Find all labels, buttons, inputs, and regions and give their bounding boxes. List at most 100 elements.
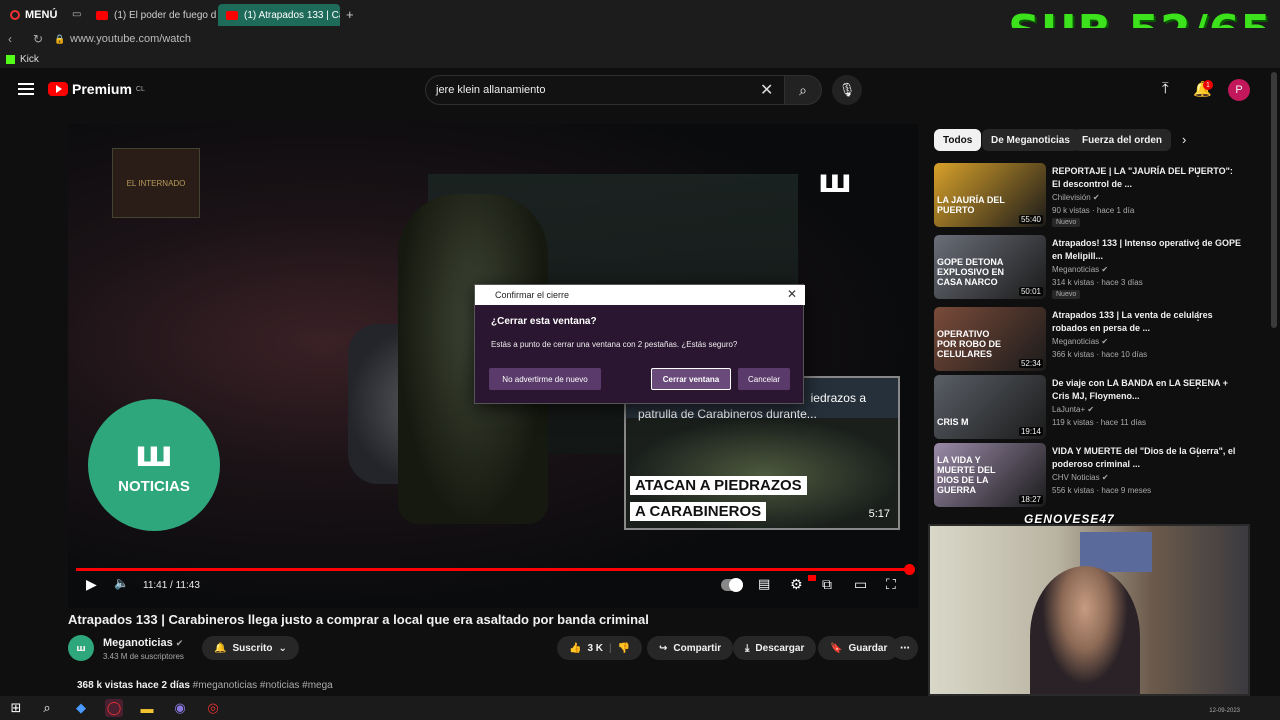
dialog-close-icon[interactable]: ✕ xyxy=(787,287,797,301)
search-input[interactable]: jere klein allanamiento xyxy=(425,75,785,105)
new-badge: Nuevo xyxy=(1052,290,1081,299)
channel-avatar[interactable]: ꟺ xyxy=(68,635,94,661)
progress-bar[interactable] xyxy=(76,568,910,571)
subscribed-label: Suscrito xyxy=(232,642,273,654)
recommendation-item[interactable]: GOPE DETONA EXPLOSIVO EN CASA NARCO 50:01… xyxy=(934,235,1264,299)
opera-taskbar-icon[interactable]: ◯ xyxy=(105,699,123,717)
internado-logo: EL INTERNADO xyxy=(112,148,200,218)
more-options-icon[interactable]: ⋮ xyxy=(1192,165,1204,179)
notification-count-badge: 1 xyxy=(1203,80,1213,90)
duration-badge: 52:34 xyxy=(1018,359,1043,368)
microphone-icon: 🎙 xyxy=(838,82,856,97)
page-scrollbar[interactable] xyxy=(1271,72,1277,328)
recommendation-title[interactable]: Atrapados 133 | La venta de celulares ro… xyxy=(1052,309,1242,335)
settings-gear-icon[interactable]: ⚙ xyxy=(790,576,803,593)
menu-label: MENÚ xyxy=(25,9,58,21)
chip-de-meganoticias[interactable]: De Meganoticias xyxy=(982,129,1079,151)
youtube-logo[interactable]: Premium CL xyxy=(48,81,145,97)
recommendation-views: 366 k vistas · hace 10 días xyxy=(1052,350,1148,359)
tab-1[interactable]: (1) El poder de fuego de l xyxy=(88,4,216,26)
logo-text: Premium xyxy=(72,81,132,97)
volume-icon[interactable]: 🔈 xyxy=(114,576,129,590)
account-avatar[interactable]: P xyxy=(1228,79,1250,101)
chip-fuerza-del-orden[interactable]: Fuerza del orden xyxy=(1073,129,1172,151)
autoplay-toggle[interactable] xyxy=(721,578,743,592)
share-button[interactable]: ↪ Compartir xyxy=(647,636,734,660)
dont-warn-again-button[interactable]: No advertirme de nuevo xyxy=(489,368,601,390)
save-button[interactable]: 🔖 Guardar xyxy=(818,636,900,660)
recommendation-thumbnail[interactable]: GOPE DETONA EXPLOSIVO EN CASA NARCO 50:01 xyxy=(934,235,1046,299)
recommendation-channel[interactable]: CHV Noticias ✔ xyxy=(1052,473,1109,482)
opera-logo-icon xyxy=(10,10,20,20)
recommendation-channel[interactable]: LaJunta+ ✔ xyxy=(1052,405,1094,414)
close-window-button[interactable]: Cerrar ventana xyxy=(651,368,731,390)
recommendation-thumbnail[interactable]: CRIS M 19:14 xyxy=(934,375,1046,439)
theater-mode-icon[interactable]: ▭ xyxy=(854,576,867,593)
recommendation-item[interactable]: LA JAURÍA DEL PUERTO 55:40 REPORTAJE | LA … xyxy=(934,163,1264,227)
back-icon[interactable]: ‹ xyxy=(0,32,20,46)
youtube-favicon-icon xyxy=(96,10,108,20)
recommendation-channel[interactable]: Chilevisión ✔ xyxy=(1052,193,1100,202)
file-explorer-icon[interactable]: ▬ xyxy=(138,699,156,717)
miniplayer-icon[interactable]: ⧉ xyxy=(822,576,832,593)
recommendation-thumbnail[interactable]: LA VIDA Y MUERTE DEL DIOS DE LA GUERRA 18… xyxy=(934,443,1046,507)
cancel-button[interactable]: Cancelar xyxy=(738,368,790,390)
more-actions-icon[interactable]: ⋯ xyxy=(892,636,918,660)
subtitles-icon[interactable]: ▤ xyxy=(758,576,770,592)
windows-start-icon[interactable]: ⊞ xyxy=(7,699,25,717)
like-button[interactable]: 👍 3 K | 👎 xyxy=(557,636,643,660)
thumbs-down-icon[interactable]: 👎 xyxy=(618,643,630,654)
upload-icon[interactable]: ⤒ xyxy=(1162,80,1169,97)
more-options-icon[interactable]: ⋮ xyxy=(1192,445,1204,459)
url-field[interactable]: www.youtube.com/watch xyxy=(70,33,191,45)
app-icon-2[interactable]: ◎ xyxy=(204,699,222,717)
tab-overview-icon[interactable]: ▭ xyxy=(72,9,81,20)
recommendation-title[interactable]: Atrapados! 133 | Intenso operativo de GO… xyxy=(1052,237,1242,263)
hd-badge-icon xyxy=(808,575,816,581)
recommendation-channel[interactable]: Meganoticias ✔ xyxy=(1052,337,1108,346)
youtube-favicon-icon xyxy=(226,10,238,20)
search-icon: ⌕ xyxy=(799,81,807,98)
recommendation-item[interactable]: LA VIDA Y MUERTE DEL DIOS DE LA GUERRA 18… xyxy=(934,443,1264,507)
more-options-icon[interactable]: ⋮ xyxy=(1192,377,1204,391)
download-label: Descargar xyxy=(755,642,805,654)
verified-icon: ✔ xyxy=(1101,473,1109,482)
more-options-icon[interactable]: ⋮ xyxy=(1192,237,1204,251)
tab-2[interactable]: (1) Atrapados 133 | Carab xyxy=(218,4,340,26)
fullscreen-icon[interactable]: ⛶ xyxy=(886,576,896,593)
new-tab-button[interactable]: + xyxy=(346,7,354,22)
video-meta: 368 k vistas hace 2 días #meganoticias #… xyxy=(77,680,333,691)
chip-todos[interactable]: Todos xyxy=(934,129,982,151)
clear-search-icon[interactable]: ✕ xyxy=(760,80,773,100)
recommendation-title[interactable]: REPORTAJE | LA "JAURÍA DEL PUERTO": El d… xyxy=(1052,165,1242,191)
youtube-play-icon xyxy=(48,82,68,96)
meganoticias-logo: ꟺ NOTICIAS xyxy=(88,399,220,531)
bookmark-kick[interactable]: Kick xyxy=(20,54,39,65)
browser-menu-button[interactable]: MENÚ xyxy=(4,6,63,24)
search-icon[interactable]: ⌕ xyxy=(38,699,56,717)
share-icon: ↪ xyxy=(659,642,668,654)
download-button[interactable]: ⤓ Descargar xyxy=(733,636,817,660)
search-button[interactable]: ⌕ xyxy=(784,75,822,105)
download-icon: ⤓ xyxy=(745,642,750,654)
recommendation-channel[interactable]: Meganoticias ✔ xyxy=(1052,265,1108,274)
more-options-icon[interactable]: ⋮ xyxy=(1192,309,1204,323)
recommendation-item[interactable]: CRIS M 19:14 De viaje con LA BANDA en LA S… xyxy=(934,375,1264,439)
voice-search-button[interactable]: 🎙 xyxy=(832,75,862,105)
chips-next-icon[interactable]: › xyxy=(1182,132,1186,147)
app-icon[interactable]: ◉ xyxy=(171,699,189,717)
recommendation-item[interactable]: OPERATIVO POR ROBO DE CELULARES 52:34 Atra… xyxy=(934,307,1264,371)
recommendation-title[interactable]: De viaje con LA BANDA en LA SERENA + Cri… xyxy=(1052,377,1242,403)
channel-name[interactable]: Meganoticias ✔ xyxy=(103,637,183,649)
recommendation-thumbnail[interactable]: OPERATIVO POR ROBO DE CELULARES 52:34 xyxy=(934,307,1046,371)
recommendation-thumbnail[interactable]: LA JAURÍA DEL PUERTO 55:40 xyxy=(934,163,1046,227)
subscribed-button[interactable]: 🔔 Suscrito ⌄ xyxy=(202,636,299,660)
recommendation-title[interactable]: VIDA Y MUERTE del "Dios de la Guerra", e… xyxy=(1052,445,1242,471)
copilot-icon[interactable]: ◆ xyxy=(72,699,90,717)
reload-icon[interactable]: ↻ xyxy=(28,32,48,46)
play-icon[interactable]: ▶ xyxy=(86,576,97,593)
progress-scrubber[interactable] xyxy=(904,564,915,575)
hamburger-menu-icon[interactable] xyxy=(18,83,34,95)
dialog-title: Confirmar el cierre xyxy=(475,285,805,305)
windows-taskbar: ⊞ ⌕ ◆ ◯ ▬ ◉ ◎ 12-09-2023 xyxy=(0,696,1280,720)
